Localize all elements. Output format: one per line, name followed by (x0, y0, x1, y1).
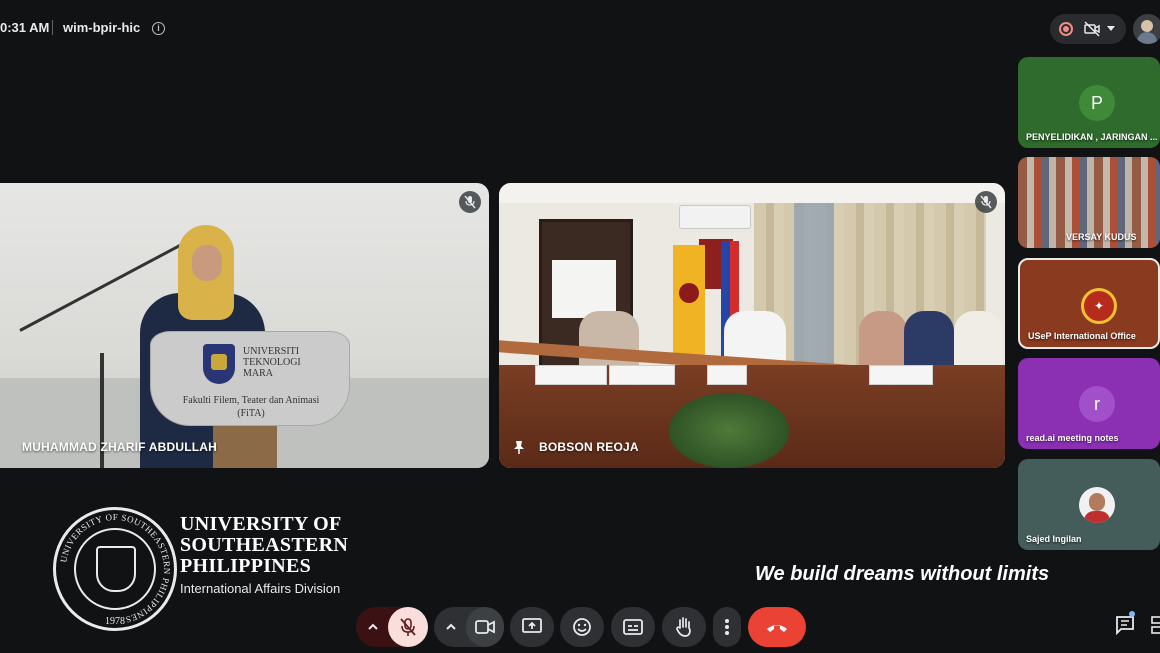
notification-dot (1129, 611, 1135, 617)
emoji-icon (573, 618, 591, 636)
raise-hand-button[interactable] (662, 607, 706, 647)
nameplate (707, 365, 747, 385)
usep-seal-icon: ✦ (1081, 288, 1117, 324)
ceiling (499, 183, 1005, 203)
participant-tile[interactable]: ✦ USeP International Office (1018, 258, 1160, 349)
participant-tile[interactable]: P PENYELIDIKAN , JARINGAN ... (1018, 57, 1160, 148)
seal-emblem (74, 528, 156, 610)
participant-tile-pinned[interactable]: BOBSON REOJA (499, 183, 1005, 468)
info-icon[interactable]: i (152, 22, 165, 35)
present-button[interactable] (510, 607, 554, 647)
uitm-crest-icon (203, 344, 235, 384)
participant-tile[interactable]: r read.ai meeting notes (1018, 358, 1160, 449)
raise-hand-icon (676, 617, 691, 637)
mic-off-icon (980, 195, 992, 209)
air-conditioner (679, 205, 751, 229)
participant-tile[interactable]: Sajed Ingilan (1018, 459, 1160, 550)
shield-icon (96, 546, 136, 592)
camera-off-icon (1084, 21, 1100, 37)
mic-toggle-button[interactable] (388, 607, 428, 647)
podium: UNIVERSITI TEKNOLOGI MARA Fakulti Filem,… (150, 331, 350, 426)
captions-button[interactable] (611, 607, 655, 647)
chevron-up-icon[interactable] (442, 618, 460, 636)
camera-control-group (434, 607, 504, 647)
pin-icon (514, 441, 524, 454)
participant-name: Sajed Ingilan (1026, 534, 1082, 544)
end-call-icon (767, 625, 787, 632)
call-controls (0, 605, 1160, 649)
captions-icon (623, 619, 643, 635)
nameplate (535, 365, 607, 385)
participant-name: PENYELIDIKAN , JARINGAN ... (1026, 132, 1158, 142)
division-name: International Affairs Division (180, 581, 341, 596)
curtain-panel (794, 203, 834, 383)
chevron-up-icon[interactable] (364, 618, 382, 636)
speaker-face (192, 245, 222, 281)
participant-tile-speaker[interactable]: UNIVERSITI TEKNOLOGI MARA Fakulti Filem,… (0, 183, 489, 468)
videocam-icon (475, 620, 495, 634)
avatar: r (1079, 386, 1115, 422)
top-bar: 0:31 AM wim-bpir-hic i (0, 0, 1160, 56)
avatar (1079, 487, 1115, 523)
more-options-button[interactable] (713, 607, 741, 647)
recording-controls[interactable] (1050, 14, 1126, 44)
divider (52, 20, 53, 35)
record-icon (1059, 22, 1073, 36)
plant (669, 393, 789, 468)
chat-icon[interactable] (1115, 615, 1135, 635)
mic-off-icon (464, 195, 476, 209)
attendee (904, 311, 954, 366)
attendee (859, 311, 907, 366)
mic-off-icon (400, 618, 416, 636)
podium-university-text: UNIVERSITI TEKNOLOGI MARA (243, 346, 301, 379)
nameplate (869, 365, 933, 385)
meeting-code: wim-bpir-hic (63, 20, 141, 35)
participant-name: MUHAMMAD ZHARIF ABDULLAH (22, 440, 217, 454)
mic-control-group (356, 607, 428, 647)
podium-stand (213, 423, 277, 468)
meeting-time: 0:31 AM (0, 20, 50, 35)
participant-name: read.ai meeting notes (1026, 433, 1119, 443)
nameplate (609, 365, 675, 385)
mic-muted-indicator (459, 191, 481, 213)
participant-name: USeP International Office (1028, 331, 1136, 341)
more-vert-icon (725, 619, 729, 635)
present-screen-icon (522, 618, 542, 633)
participant-tile[interactable]: VERSAY KUDUS (1018, 157, 1160, 248)
university-flag (673, 245, 705, 357)
chevron-down-icon (1107, 26, 1115, 31)
tagline: We build dreams without limits (755, 563, 1050, 585)
participant-name: BOBSON REOJA (539, 440, 639, 454)
participant-name: VERSAY KUDUS (1066, 232, 1137, 242)
camera-toggle-button[interactable] (466, 607, 504, 647)
activities-icon[interactable] (1150, 615, 1160, 635)
mic-muted-indicator (975, 191, 997, 213)
avatar: P (1079, 85, 1115, 121)
avatar[interactable] (1133, 14, 1160, 44)
university-name: UNIVERSITY OF SOUTHEASTERN PHILIPPINES (180, 513, 349, 577)
podium-faculty-text: Fakulti Filem, Teater dan Animasi (FiTA) (182, 395, 320, 419)
end-call-button[interactable] (748, 607, 806, 647)
reactions-button[interactable] (560, 607, 604, 647)
attendee (954, 311, 1002, 366)
